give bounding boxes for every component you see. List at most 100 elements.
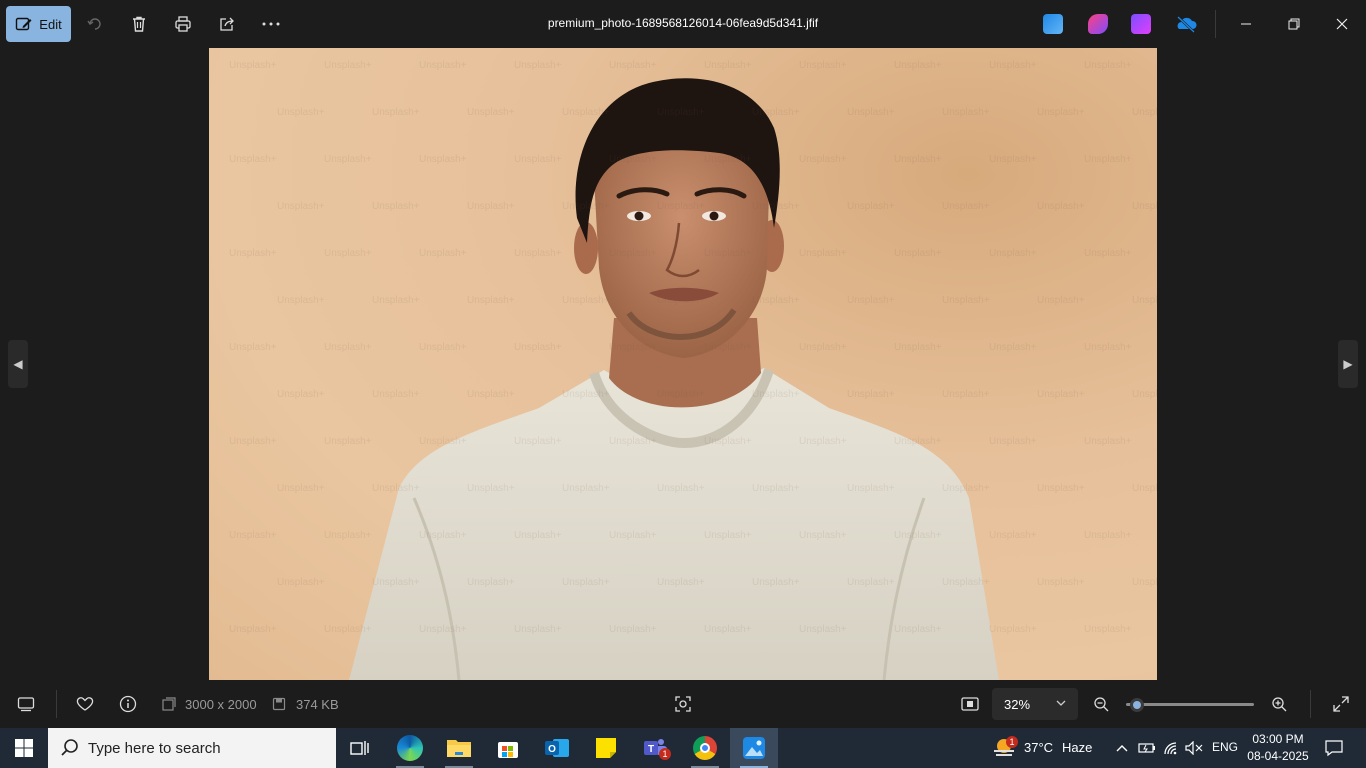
edit-button[interactable]: Edit (6, 6, 71, 42)
notification-center-button[interactable] (1318, 728, 1350, 768)
next-image-button[interactable]: ▶ (1338, 340, 1358, 388)
watermark-text: Unsplash+ (419, 60, 467, 71)
rotate-icon[interactable] (83, 12, 107, 36)
watermark-text: Unsplash+ (704, 624, 752, 635)
watermark-text: Unsplash+ (752, 201, 800, 212)
designer-icon[interactable] (1088, 14, 1108, 34)
sticky-notes-button[interactable] (582, 728, 630, 768)
watermark-text: Unsplash+ (657, 201, 705, 212)
watermark-text: Unsplash+ (1084, 342, 1132, 353)
task-view-button[interactable] (336, 728, 384, 768)
battery-button[interactable] (1136, 728, 1158, 768)
zoom-dropdown[interactable]: 32% (992, 688, 1078, 720)
outlook-button[interactable]: O (533, 728, 581, 768)
watermark-text: Unsplash+ (372, 389, 420, 400)
onedrive-offline-icon[interactable] (1175, 14, 1197, 34)
watermark-text: Unsplash+ (847, 201, 895, 212)
visual-search-icon[interactable] (671, 692, 695, 716)
watermark-text: Unsplash+ (657, 389, 705, 400)
filmstrip-icon[interactable] (14, 692, 38, 716)
restore-icon[interactable] (1282, 12, 1306, 36)
photos-taskbar-button[interactable] (730, 728, 778, 768)
edge-browser-button[interactable] (386, 728, 434, 768)
watermark-text: Unsplash+ (1132, 295, 1157, 306)
watermark-text: Unsplash+ (277, 201, 325, 212)
battery-charging-icon (1138, 743, 1155, 753)
watermark-text: Unsplash+ (657, 295, 705, 306)
file-size: 374 KB (296, 697, 339, 712)
previous-image-button[interactable]: ◀ (8, 340, 28, 388)
watermark-text: Unsplash+ (467, 201, 515, 212)
fullscreen-icon[interactable] (1329, 692, 1353, 716)
input-language[interactable]: ENG (1212, 740, 1238, 754)
watermark-text: Unsplash+ (1037, 483, 1085, 494)
photos-app-window: Edit premium_photo-1689568126014-06fea9d… (0, 0, 1366, 728)
folder-icon (447, 740, 471, 757)
clipchamp-icon[interactable] (1131, 14, 1151, 34)
watermark-text: Unsplash+ (324, 154, 372, 165)
microsoft-store-button[interactable] (484, 728, 532, 768)
photo-canvas[interactable]: Unsplash+ Unsplash+ Unsplash+ Unsplash+ Unsp… (209, 48, 1157, 680)
close-icon[interactable] (1330, 12, 1354, 36)
minimize-icon[interactable] (1234, 12, 1258, 36)
chrome-button[interactable] (681, 728, 729, 768)
watermark-text: Unsplash+ (229, 530, 277, 541)
edge-icon (397, 735, 423, 761)
watermark-text: Unsplash+ (229, 60, 277, 71)
watermark-text: Unsplash+ (1037, 295, 1085, 306)
start-button[interactable] (0, 728, 48, 768)
watermark-text: Unsplash+ (1132, 483, 1157, 494)
watermark-text: Unsplash+ (514, 154, 562, 165)
zoom-out-icon[interactable] (1089, 692, 1113, 716)
svg-text:O: O (548, 744, 556, 755)
watermark-text: Unsplash+ (1132, 389, 1157, 400)
watermark-text: Unsplash+ (372, 201, 420, 212)
watermark-text: Unsplash+ (704, 436, 752, 447)
more-options-icon[interactable] (259, 12, 283, 36)
teams-button[interactable]: T 1 (631, 728, 679, 768)
delete-icon[interactable] (127, 12, 151, 36)
zoom-slider-thumb[interactable] (1130, 698, 1145, 712)
weather-widget[interactable]: 1 37°C Haze (990, 728, 1095, 768)
watermark-text: Unsplash+ (704, 154, 752, 165)
watermark-text: Unsplash+ (324, 342, 372, 353)
zoom-slider-track[interactable] (1126, 703, 1254, 706)
favorite-heart-icon[interactable] (73, 692, 97, 716)
watermark-text: Unsplash+ (704, 248, 752, 259)
zoom-in-icon[interactable] (1267, 692, 1291, 716)
watermark-text: Unsplash+ (419, 342, 467, 353)
watermark-text: Unsplash+ (752, 389, 800, 400)
watermark-text: Unsplash+ (847, 295, 895, 306)
fit-to-window-icon[interactable] (958, 692, 982, 716)
watermark-text: Unsplash+ (989, 154, 1037, 165)
watermark-text: Unsplash+ (609, 342, 657, 353)
watermark-text: Unsplash+ (1037, 389, 1085, 400)
watermark-text: Unsplash+ (514, 248, 562, 259)
watermark-text: Unsplash+ (799, 530, 847, 541)
network-button[interactable] (1161, 728, 1183, 768)
watermark-text: Unsplash+ (277, 577, 325, 588)
photos-app-icon[interactable] (1043, 14, 1063, 34)
watermark-text: Unsplash+ (942, 107, 990, 118)
volume-button[interactable] (1183, 728, 1205, 768)
watermark-text: Unsplash+ (372, 295, 420, 306)
clock[interactable]: 03:00 PM 08-04-2025 (1245, 731, 1311, 765)
watermark-text: Unsplash+ (277, 295, 325, 306)
watermark-text: Unsplash+ (752, 107, 800, 118)
share-icon[interactable] (215, 12, 239, 36)
watermark-text: Unsplash+ (1037, 201, 1085, 212)
file-explorer-button[interactable] (435, 728, 483, 768)
file-title: premium_photo-1689568126014-06fea9d5d341… (547, 16, 819, 30)
notification-icon (1325, 740, 1343, 757)
watermark-text: Unsplash+ (229, 154, 277, 165)
watermark-text: Unsplash+ (1132, 577, 1157, 588)
file-size-icon (270, 692, 288, 716)
info-icon[interactable] (116, 692, 140, 716)
watermark-text: Unsplash+ (514, 530, 562, 541)
show-hidden-icons-button[interactable] (1112, 728, 1132, 768)
watermark-text: Unsplash+ (847, 107, 895, 118)
taskbar-search-box[interactable]: Type here to search (48, 728, 336, 768)
watermark-text: Unsplash+ (514, 624, 562, 635)
print-icon[interactable] (171, 12, 195, 36)
watermark-text: Unsplash+ (277, 483, 325, 494)
